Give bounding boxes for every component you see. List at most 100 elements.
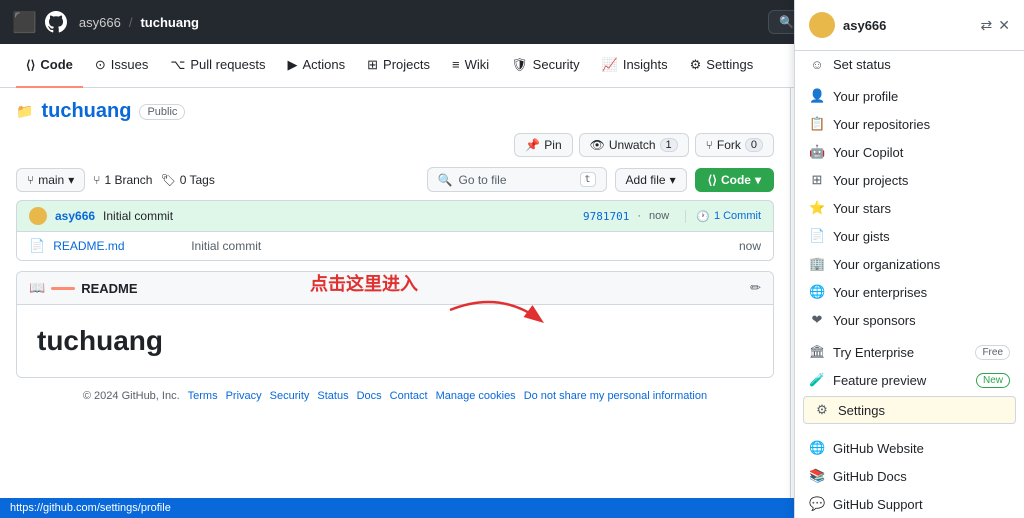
- globe-icon: 🌐: [809, 440, 825, 456]
- close-dropdown-icon[interactable]: ✕: [998, 17, 1010, 34]
- insights-icon: 📈: [602, 57, 618, 73]
- topbar-repo[interactable]: tuchuang: [140, 15, 199, 30]
- nav-insights[interactable]: 📈 Insights: [592, 44, 678, 88]
- history-icon: 🕐: [696, 210, 710, 223]
- readme-heading: tuchuang: [37, 325, 753, 357]
- search-small-icon: 🔍: [438, 173, 453, 187]
- nav-wiki[interactable]: ≡ Wiki: [442, 44, 499, 88]
- branch-icon: ⑂: [27, 173, 34, 187]
- nav-settings[interactable]: ⚙ Settings: [680, 44, 764, 88]
- nav-pull-requests[interactable]: ⌥ Pull requests: [160, 44, 275, 88]
- copilot-icon: 🤖: [809, 144, 825, 160]
- your-sponsors-item[interactable]: ❤ Your sponsors: [795, 306, 1024, 334]
- go-to-file-button[interactable]: 🔍 Go to file t: [427, 167, 607, 192]
- readme-header: 📖 README ✏: [17, 272, 773, 305]
- your-stars-item[interactable]: ⭐ Your stars: [795, 194, 1024, 222]
- commit-avatar: [29, 207, 47, 225]
- nav-security[interactable]: 🛡 Security: [501, 44, 589, 88]
- user-dropdown-panel: asy666 ⇄ ✕ ☺ Set status 👤 Your profile 📋…: [794, 0, 1024, 518]
- branch-stat[interactable]: ⑂ 1 Branch: [93, 173, 152, 187]
- pr-icon: ⌥: [170, 57, 185, 73]
- your-projects-item[interactable]: ⊞ Your projects: [795, 166, 1024, 194]
- your-gists-item[interactable]: 📄 Your gists: [795, 222, 1024, 250]
- smiley-icon: ☺: [809, 57, 825, 72]
- footer-cookies[interactable]: Manage cookies: [436, 390, 516, 402]
- person-icon: 👤: [809, 88, 825, 104]
- repo-header: 📁 tuchuang Public: [16, 100, 774, 123]
- footer: © 2024 GitHub, Inc. Terms Privacy Securi…: [16, 390, 774, 402]
- footer-status[interactable]: Status: [317, 390, 348, 402]
- your-copilot-item[interactable]: 🤖 Your Copilot: [795, 138, 1024, 166]
- support-icon: 💬: [809, 496, 825, 512]
- pin-icon: 📌: [525, 138, 540, 152]
- dropdown-username: asy666: [843, 18, 973, 33]
- repo-icon: 📁: [16, 103, 33, 120]
- github-website-item[interactable]: 🌐 GitHub Website: [795, 434, 1024, 462]
- branch-row: ⑂ main ▾ ⑂ 1 Branch 🏷 0 Tags 🔍 Go to fil…: [16, 167, 774, 192]
- topbar-separator: /: [129, 15, 133, 30]
- unwatch-count: 1: [660, 138, 678, 152]
- footer-contact[interactable]: Contact: [390, 390, 428, 402]
- code-download-icon: ⟨⟩: [708, 173, 717, 187]
- try-enterprise-item[interactable]: 🏛 Try Enterprise Free: [795, 338, 1024, 366]
- github-logo-icon: ⬛: [12, 10, 37, 35]
- add-file-button[interactable]: Add file ▾: [615, 168, 687, 192]
- commit-message: Initial commit: [103, 209, 173, 223]
- github-docs-item[interactable]: 📚 GitHub Docs: [795, 462, 1024, 490]
- github-support-item[interactable]: 💬 GitHub Support: [795, 490, 1024, 518]
- fork-button[interactable]: ⑂ Fork 0: [695, 133, 774, 157]
- table-row[interactable]: 📄 README.md Initial commit now: [17, 232, 773, 260]
- nav-actions[interactable]: ▶ Actions: [278, 44, 356, 88]
- file-name[interactable]: README.md: [53, 239, 183, 253]
- repo-name[interactable]: tuchuang: [41, 100, 131, 123]
- commit-hash[interactable]: 9781701: [583, 210, 629, 223]
- repo-visibility-badge: Public: [139, 104, 185, 120]
- nav-code[interactable]: ⟨⟩ Code: [16, 44, 83, 88]
- readme-title: 📖 README: [29, 280, 138, 296]
- set-status-item[interactable]: ☺ Set status: [795, 51, 1024, 78]
- your-orgs-item[interactable]: 🏢 Your organizations: [795, 250, 1024, 278]
- readme-edit-icon[interactable]: ✏: [750, 280, 761, 296]
- star-list-icon: ⭐: [809, 200, 825, 216]
- branch-button[interactable]: ⑂ main ▾: [16, 168, 85, 192]
- settings-dropdown-item[interactable]: ⚙ Settings: [803, 396, 1016, 424]
- file-commit-msg: Initial commit: [191, 239, 731, 253]
- code-button[interactable]: ⟨⟩ Code ▾: [695, 168, 774, 192]
- docs-icon: 📚: [809, 468, 825, 484]
- tag-icon: 🏷: [160, 173, 175, 187]
- your-repos-item[interactable]: 📋 Your repositories: [795, 110, 1024, 138]
- footer-do-not-sell[interactable]: Do not share my personal information: [524, 390, 707, 402]
- github-octocat-icon: [45, 11, 67, 33]
- commit-author[interactable]: asy666: [55, 209, 95, 223]
- your-enterprises-item[interactable]: 🌐 Your enterprises: [795, 278, 1024, 306]
- chevron-down-icon-code: ▾: [755, 173, 761, 187]
- commit-count-link[interactable]: 🕐 1 Commit: [685, 210, 761, 223]
- feature-preview-item[interactable]: 🧪 Feature preview New: [795, 366, 1024, 394]
- footer-copy: © 2024 GitHub, Inc.: [83, 390, 180, 402]
- nav-issues[interactable]: ⊙ Issues: [85, 44, 158, 88]
- actions-icon: ▶: [288, 57, 298, 73]
- footer-terms[interactable]: Terms: [188, 390, 218, 402]
- issues-icon: ⊙: [95, 57, 106, 73]
- projects-list-icon: ⊞: [809, 172, 825, 188]
- chevron-down-icon: ▾: [68, 173, 74, 187]
- pin-button[interactable]: 📌 Pin: [514, 133, 572, 157]
- footer-privacy[interactable]: Privacy: [226, 390, 262, 402]
- unwatch-button[interactable]: 👁 Unwatch 1: [579, 133, 689, 157]
- footer-security[interactable]: Security: [270, 390, 310, 402]
- tag-stat[interactable]: 🏷 0 Tags: [160, 173, 214, 187]
- nav-projects[interactable]: ⊞ Projects: [357, 44, 440, 88]
- your-profile-item[interactable]: 👤 Your profile: [795, 82, 1024, 110]
- readme-section: 📖 README ✏ tuchuang: [16, 271, 774, 378]
- commit-separator: ·: [637, 210, 641, 222]
- eye-icon: 👁: [590, 138, 605, 152]
- commit-row: asy666 Initial commit 9781701 · now 🕐 1 …: [16, 200, 774, 232]
- file-table: 📄 README.md Initial commit now: [16, 232, 774, 261]
- sponsors-icon: ❤: [809, 312, 825, 328]
- topbar-user[interactable]: asy666: [79, 15, 121, 30]
- statusbar-link[interactable]: https://github.com/settings/profile: [10, 502, 171, 514]
- refresh-icon[interactable]: ⇄: [981, 17, 993, 34]
- flask-icon: 🧪: [809, 372, 825, 388]
- org-icon: 🏢: [809, 256, 825, 272]
- footer-docs[interactable]: Docs: [357, 390, 382, 402]
